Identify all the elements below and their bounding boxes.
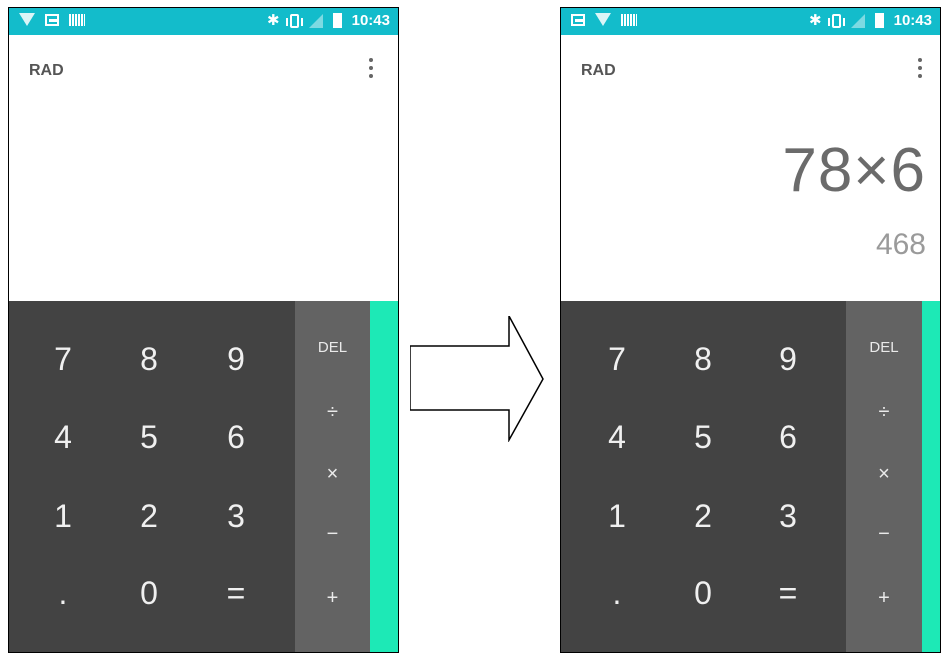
key-2[interactable]: 2	[119, 498, 179, 535]
calculator-display: RAD 78×6 468	[561, 35, 940, 308]
formula-display: 78×6	[782, 136, 926, 205]
status-bar: ✱ 10:43	[561, 8, 940, 35]
barcode-icon	[621, 13, 637, 26]
status-left-icons	[19, 13, 85, 26]
key-3[interactable]: 3	[758, 498, 818, 535]
barcode-icon	[69, 13, 85, 26]
key-9[interactable]: 9	[758, 341, 818, 378]
key-0[interactable]: 0	[119, 575, 179, 612]
operator-pad: DEL ÷ × − +	[846, 301, 922, 652]
key-6[interactable]: 6	[758, 419, 818, 456]
advanced-panel-handle[interactable]	[370, 301, 398, 652]
calculator-screen-before: ✱ 10:43 RAD 7 8 9 4 5 6 1 2 3 . 0 = DEL …	[8, 7, 399, 653]
key-6[interactable]: 6	[206, 419, 266, 456]
key-4[interactable]: 4	[33, 419, 93, 456]
wifi-icon	[19, 13, 35, 26]
key-8[interactable]: 8	[119, 341, 179, 378]
key-del[interactable]: DEL	[295, 339, 370, 356]
key-plus[interactable]: +	[295, 587, 370, 610]
status-right-icons: ✱ 10:43	[809, 12, 932, 29]
key-multiply[interactable]: ×	[295, 463, 370, 486]
number-pad: 7 8 9 4 5 6 1 2 3 . 0 =	[561, 301, 847, 652]
key-plus[interactable]: +	[846, 587, 922, 610]
no-signal-icon	[308, 13, 323, 28]
key-5[interactable]: 5	[673, 419, 733, 456]
key-decimal[interactable]: .	[33, 575, 93, 612]
bluetooth-icon: ✱	[267, 12, 280, 29]
key-1[interactable]: 1	[587, 498, 647, 535]
keypad: 7 8 9 4 5 6 1 2 3 . 0 = DEL ÷ × − +	[561, 301, 940, 652]
key-del[interactable]: DEL	[846, 339, 922, 356]
overflow-menu-icon[interactable]	[908, 55, 932, 85]
vibrate-icon	[285, 13, 303, 28]
bluetooth-icon: ✱	[809, 12, 822, 29]
status-right-icons: ✱ 10:43	[267, 12, 390, 29]
overflow-menu-icon[interactable]	[359, 55, 383, 85]
image-notification-icon	[45, 13, 59, 26]
key-5[interactable]: 5	[119, 419, 179, 456]
operator-pad: DEL ÷ × − +	[295, 301, 370, 652]
no-signal-icon	[850, 13, 865, 28]
wifi-icon	[595, 13, 611, 26]
image-notification-icon	[571, 13, 585, 26]
key-9[interactable]: 9	[206, 341, 266, 378]
calculator-display: RAD	[9, 35, 398, 308]
key-equals[interactable]: =	[206, 575, 266, 612]
vibrate-icon	[827, 13, 845, 28]
key-equals[interactable]: =	[758, 575, 818, 612]
key-decimal[interactable]: .	[587, 575, 647, 612]
status-bar: ✱ 10:43	[9, 8, 398, 35]
key-1[interactable]: 1	[33, 498, 93, 535]
key-8[interactable]: 8	[673, 341, 733, 378]
key-divide[interactable]: ÷	[295, 401, 370, 424]
key-divide[interactable]: ÷	[846, 401, 922, 424]
result-display: 468	[875, 228, 926, 261]
angle-mode-label: RAD	[581, 62, 616, 79]
calculator-screen-after: ✱ 10:43 RAD 78×6 468 7 8 9 4 5 6 1 2 3 .…	[560, 7, 941, 653]
status-left-icons	[571, 13, 637, 26]
status-time: 10:43	[351, 12, 390, 29]
key-minus[interactable]: −	[846, 523, 922, 546]
key-4[interactable]: 4	[587, 419, 647, 456]
transition-arrow-icon	[410, 316, 544, 442]
key-7[interactable]: 7	[587, 341, 647, 378]
battery-icon	[332, 13, 342, 28]
key-multiply[interactable]: ×	[846, 463, 922, 486]
angle-mode-label: RAD	[29, 62, 64, 79]
number-pad: 7 8 9 4 5 6 1 2 3 . 0 =	[9, 301, 295, 652]
battery-icon	[874, 13, 884, 28]
status-time: 10:43	[893, 12, 932, 29]
advanced-panel-handle[interactable]	[922, 301, 940, 652]
key-3[interactable]: 3	[206, 498, 266, 535]
key-2[interactable]: 2	[673, 498, 733, 535]
keypad: 7 8 9 4 5 6 1 2 3 . 0 = DEL ÷ × − +	[9, 301, 398, 652]
key-minus[interactable]: −	[295, 523, 370, 546]
key-7[interactable]: 7	[33, 341, 93, 378]
key-0[interactable]: 0	[673, 575, 733, 612]
